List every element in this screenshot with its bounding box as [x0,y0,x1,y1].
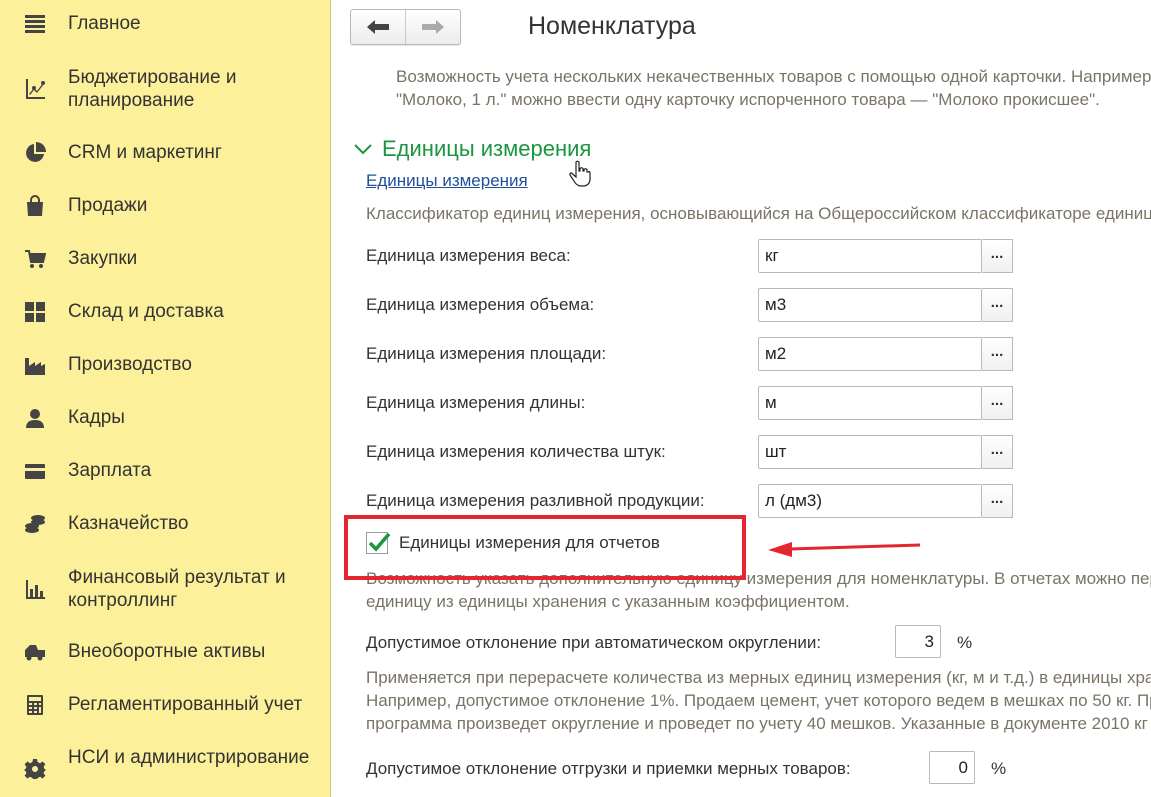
pieces-unit-label: Единица измерения количества штук: [366,442,666,461]
sidebar-item-fixed-assets[interactable]: Внеоборотные активы [0,638,331,666]
sidebar-item-label: Продажи [68,195,148,216]
truck-icon [22,639,48,665]
card-icon [22,458,48,484]
section-units-toggle[interactable]: Единицы измерения [354,136,591,162]
sidebar: Главное Бюджетирование и планирование CR… [0,0,331,797]
chevron-down-icon [354,144,372,155]
back-button[interactable] [351,10,405,44]
gear-icon [22,756,48,782]
factory-icon [22,352,48,378]
sidebar-item-hr[interactable]: Кадры [0,404,331,432]
bulk-unit-field[interactable]: л (дм3) [758,484,982,518]
checkmark-icon [368,532,391,552]
description-text: Например, допустимое отклонение 1%. Прод… [366,691,1151,710]
report-units-checkbox-row[interactable]: Единицы измерения для отчетов [366,532,660,554]
hand-cursor-icon [569,160,591,187]
length-unit-field[interactable]: м [758,386,982,420]
length-unit-select-button[interactable]: ... [982,386,1013,420]
sidebar-item-purchases[interactable]: Закупки [0,245,331,273]
person-icon [22,405,48,431]
main-content: Номенклатура Возможность учета нескольки… [332,0,1151,797]
pieces-unit-field[interactable]: шт [758,435,982,469]
bulk-unit-label: Единица измерения разливной продукции: [366,491,705,510]
pie-chart-icon [22,140,48,166]
length-unit-label: Единица измерения длины: [366,393,586,412]
description-text: программа произведет округление и провед… [366,714,1148,733]
warehouse-grid-icon [22,299,48,325]
report-units-label: Единицы измерения для отчетов [399,533,660,552]
description-text: Возможность указать дополнительную едини… [366,569,1151,588]
weight-unit-field[interactable]: кг [758,239,982,273]
sidebar-item-label: Главное [68,13,141,34]
sidebar-item-label: Закупки [68,248,138,269]
bar-chart-icon [22,576,48,602]
shipping-deviation-unit: % [991,759,1007,778]
sidebar-item-treasury[interactable]: Казначейство [0,510,331,538]
arrow-right-icon [422,20,444,34]
sidebar-item-label: Зарплата [68,460,152,481]
sidebar-item-label: Казначейство [68,513,189,534]
rounding-unit: % [957,633,973,652]
pieces-unit-select-button[interactable]: ... [982,435,1013,469]
volume-unit-field[interactable]: м3 [758,288,982,322]
budget-chart-icon [22,76,48,102]
sidebar-item-main[interactable]: Главное [0,10,331,38]
cart-icon [22,246,48,272]
report-units-checkbox[interactable] [366,532,391,554]
menu-icon [22,11,48,37]
sidebar-item-warehouse[interactable]: Склад и доставка [0,298,331,326]
volume-unit-label: Единица измерения объема: [366,295,595,314]
sidebar-item-label: Производство [68,354,192,375]
sidebar-item-label: Финансовый результат и контроллинг [68,567,286,611]
sidebar-item-label: CRM и маркетинг [68,142,222,163]
sidebar-item-budgeting[interactable]: Бюджетирование и планирование [0,64,331,114]
area-unit-label: Единица измерения площади: [366,344,607,363]
sidebar-item-label: Внеоборотные активы [68,641,266,662]
description-text: Классификатор единиц измерения, основыва… [366,204,1151,223]
description-text: "Молоко, 1 л." можно ввести одну карточк… [396,90,1100,109]
shipping-deviation-input[interactable]: 0 [929,751,975,784]
shopping-bag-icon [22,193,48,219]
section-title: Единицы измерения [382,136,592,161]
sidebar-item-financial-result[interactable]: Финансовый результат и контроллинг [0,564,331,614]
calculator-icon [22,692,48,718]
sidebar-item-label: Склад и доставка [68,301,224,322]
description-text: Применяется при перерасчете количества и… [366,668,1151,687]
coins-icon [22,511,48,537]
sidebar-item-sales[interactable]: Продажи [0,192,331,220]
shipping-deviation-label: Допустимое отклонение отгрузки и приемки… [366,759,851,778]
weight-unit-label: Единица измерения веса: [366,246,571,265]
sidebar-item-label: Кадры [68,407,125,428]
area-unit-select-button[interactable]: ... [982,337,1013,371]
description-text: единицу из единицы хранения с указанным … [366,592,850,611]
rounding-label: Допустимое отклонение при автоматическом… [366,633,822,652]
arrow-left-icon [367,20,389,34]
sidebar-item-label: НСИ и администрирование [68,747,310,768]
sidebar-item-crm[interactable]: CRM и маркетинг [0,139,331,167]
sidebar-item-label: Регламентированный учет [68,694,303,715]
sidebar-item-nsi-admin[interactable]: НСИ и администрирование [0,744,331,794]
rounding-input[interactable]: 3 [895,625,941,658]
units-link[interactable]: Единицы измерения [366,171,528,191]
weight-unit-select-button[interactable]: ... [982,239,1013,273]
area-unit-field[interactable]: м2 [758,337,982,371]
bulk-unit-select-button[interactable]: ... [982,484,1013,518]
page-title: Номенклатура [528,12,696,40]
description-text: Возможность учета нескольких некачествен… [396,67,1151,86]
volume-unit-select-button[interactable]: ... [982,288,1013,322]
sidebar-item-salary[interactable]: Зарплата [0,457,331,485]
annotation-arrow-icon [768,542,921,557]
sidebar-item-regulated-accounting[interactable]: Регламентированный учет [0,691,331,719]
sidebar-item-production[interactable]: Производство [0,351,331,379]
forward-button[interactable] [405,10,460,44]
sidebar-item-label: Бюджетирование и планирование [68,67,237,111]
navigation-buttons [350,9,461,45]
